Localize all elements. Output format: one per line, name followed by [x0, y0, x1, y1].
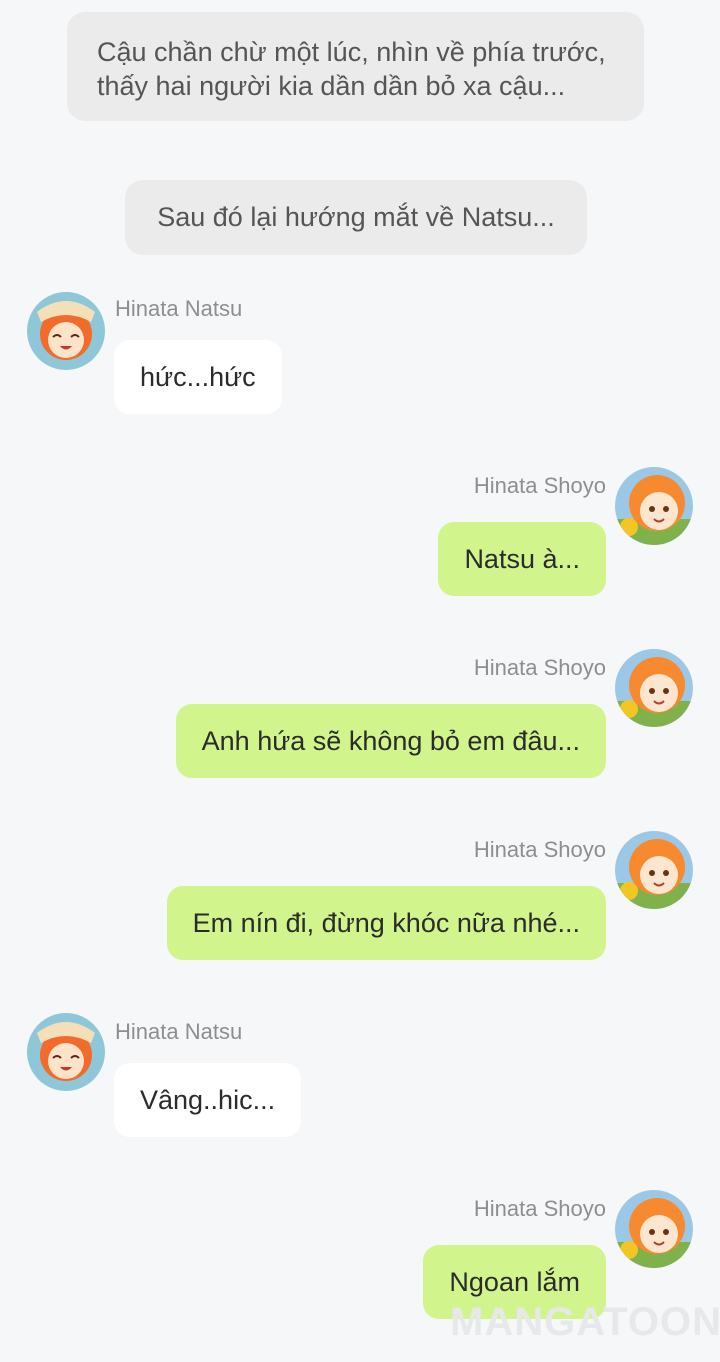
message-bubble-shoyo: Natsu à...: [438, 522, 606, 596]
narration-text: Sau đó lại hướng mắt về Natsu...: [157, 202, 555, 232]
natsu-avatar[interactable]: [27, 1013, 105, 1091]
sender-name-shoyo: Hinata Shoyo: [473, 473, 606, 498]
message-bubble-natsu: Vâng..hic...: [114, 1063, 302, 1137]
watermark: MANGATOON: [450, 1300, 720, 1344]
message-text: Natsu à...: [464, 544, 580, 574]
sender-name-shoyo: Hinata Shoyo: [473, 655, 606, 680]
message-bubble-natsu: hức...hức: [114, 340, 282, 414]
shoyo-avatar[interactable]: [615, 467, 693, 545]
message-bubble-shoyo: Anh hứa sẽ không bỏ em đâu...: [175, 704, 606, 778]
natsu-avatar[interactable]: [27, 292, 105, 370]
sender-name-natsu: Hinata Natsu: [115, 296, 243, 321]
shoyo-avatar[interactable]: [615, 1190, 693, 1268]
narration-text: Cậu chần chừ một lúc, nhìn về phía trước…: [97, 37, 606, 101]
narration-box-2: Sau đó lại hướng mắt về Natsu...: [125, 180, 587, 255]
sender-name-shoyo: Hinata Shoyo: [473, 837, 606, 862]
sender-name-natsu: Hinata Natsu: [115, 1019, 243, 1044]
shoyo-avatar[interactable]: [615, 649, 693, 727]
message-text: Vâng..hic...: [140, 1085, 276, 1115]
narration-box-1: Cậu chần chừ một lúc, nhìn về phía trước…: [67, 12, 644, 121]
message-bubble-shoyo: Em nín đi, đừng khóc nữa nhé...: [166, 886, 606, 960]
shoyo-avatar[interactable]: [615, 831, 693, 909]
message-text: Ngoan lắm: [449, 1267, 580, 1297]
message-text: hức...hức: [140, 362, 256, 392]
message-text: Em nín đi, đừng khóc nữa nhé...: [192, 908, 580, 938]
message-text: Anh hứa sẽ không bỏ em đâu...: [201, 726, 580, 756]
sender-name-shoyo: Hinata Shoyo: [473, 1196, 606, 1221]
